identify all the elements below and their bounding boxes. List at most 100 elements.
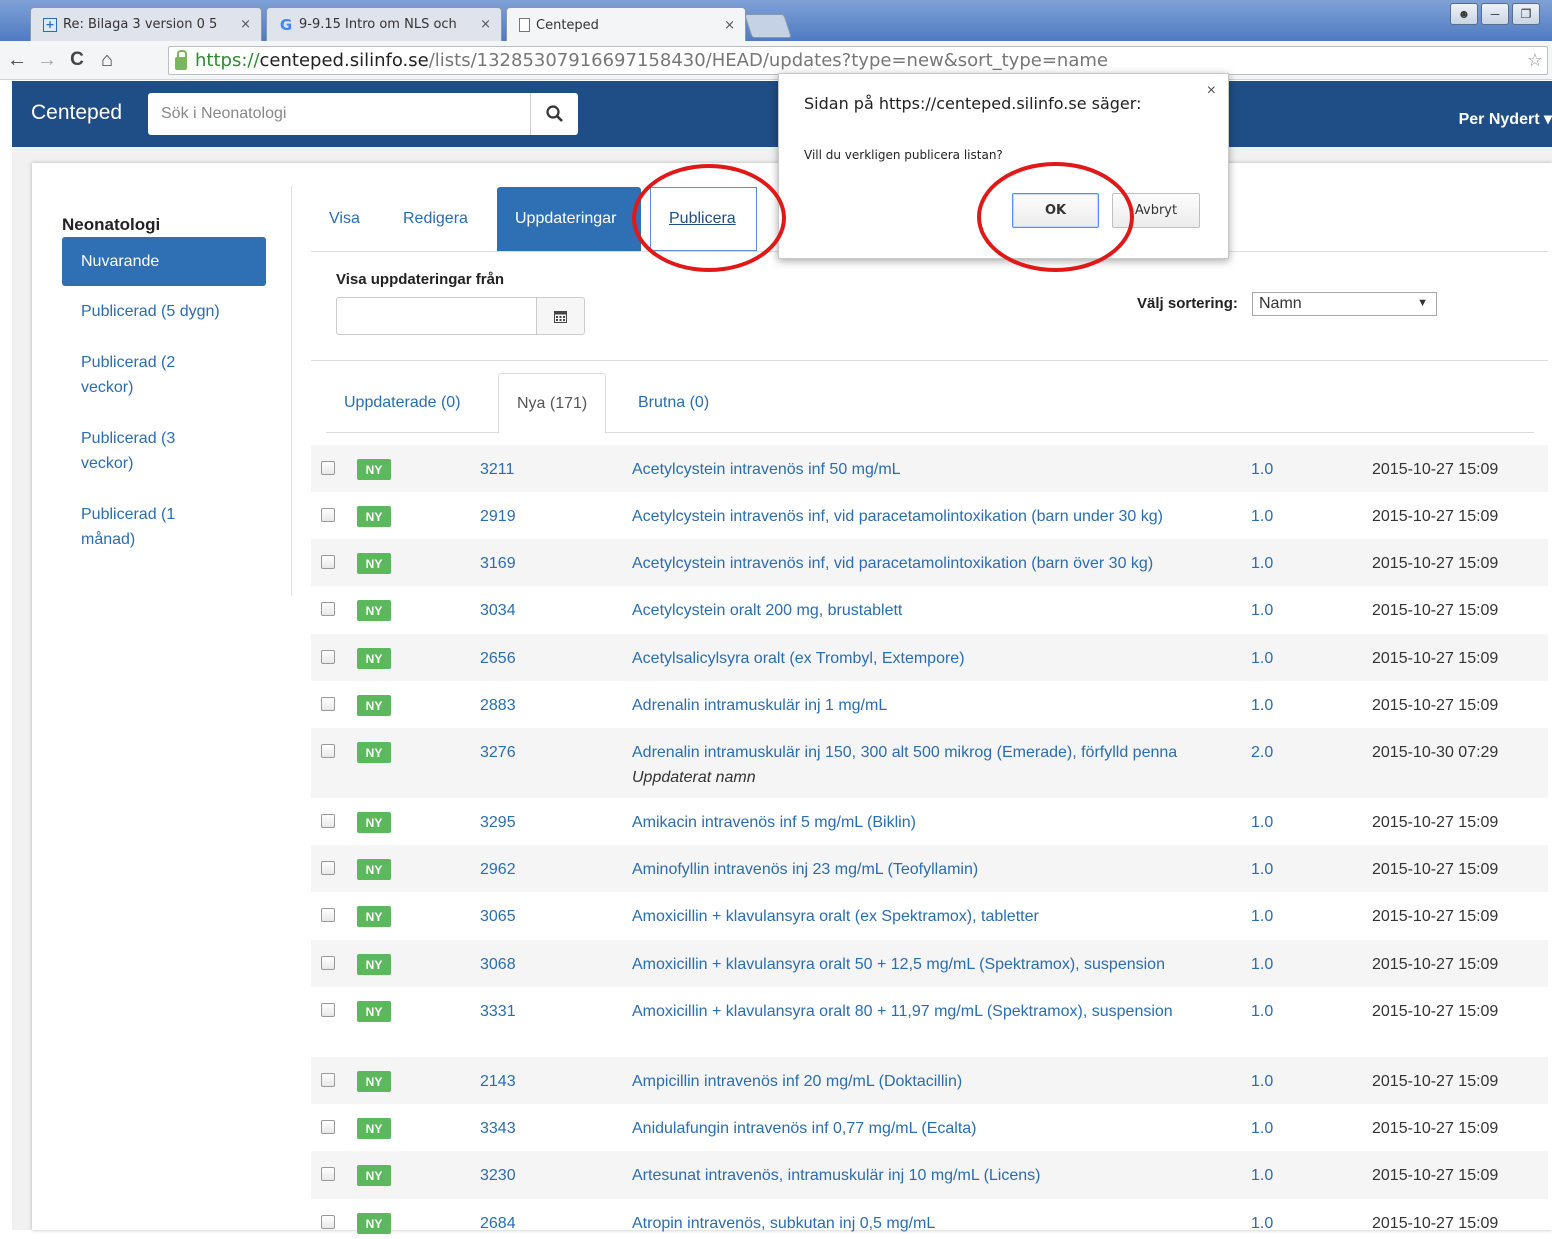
tab-uppdateringar[interactable]: Uppdateringar <box>497 187 641 251</box>
cancel-button[interactable]: Avbryt <box>1112 193 1200 228</box>
new-tab-button[interactable] <box>744 14 792 38</box>
row-id-link[interactable]: 3276 <box>480 740 516 765</box>
row-checkbox[interactable] <box>321 1215 335 1229</box>
row-id-link[interactable]: 3230 <box>480 1163 516 1188</box>
row-id-link[interactable]: 2962 <box>480 857 516 882</box>
sidebar-item-5-dygn[interactable]: Publicerad (5 dygn) <box>62 286 266 337</box>
row-id-link[interactable]: 3065 <box>480 904 516 929</box>
row-id-link[interactable]: 3343 <box>480 1116 516 1141</box>
home-icon[interactable]: ⌂ <box>94 49 120 72</box>
bookmark-star-icon[interactable]: ☆ <box>1527 50 1543 71</box>
search-input[interactable] <box>148 93 530 135</box>
browser-tab-centeped[interactable]: Centeped × <box>506 7 746 42</box>
row-checkbox[interactable] <box>321 744 335 758</box>
back-icon[interactable]: ← <box>4 49 30 72</box>
row-name-link[interactable]: Acetylcystein intravenös inf, vid parace… <box>632 551 1232 576</box>
row-version-link[interactable]: 1.0 <box>1251 646 1273 671</box>
row-version-link[interactable]: 1.0 <box>1251 904 1273 929</box>
row-id-link[interactable]: 2684 <box>480 1211 516 1236</box>
row-id-link[interactable]: 2656 <box>480 646 516 671</box>
row-checkbox[interactable] <box>321 650 335 664</box>
date-input[interactable] <box>336 297 537 335</box>
sidebar-item-nuvarande[interactable]: Nuvarande <box>62 237 266 286</box>
row-version-link[interactable]: 1.0 <box>1251 551 1273 576</box>
row-version-link[interactable]: 1.0 <box>1251 1069 1273 1094</box>
row-id-link[interactable]: 2883 <box>480 693 516 718</box>
brand-logo[interactable]: Centeped <box>31 101 122 125</box>
user-icon[interactable]: ☻ <box>1450 3 1478 25</box>
tab-brutna[interactable]: Brutna (0) <box>620 373 727 433</box>
row-name-link[interactable]: Adrenalin intramuskulär inj 1 mg/mL <box>632 693 1232 718</box>
calendar-button[interactable] <box>537 297 585 335</box>
row-version-link[interactable]: 1.0 <box>1251 1211 1273 1236</box>
row-checkbox[interactable] <box>321 1120 335 1134</box>
minimize-icon[interactable]: ─ <box>1481 3 1509 25</box>
browser-tab-email[interactable]: + Re: Bilaga 3 version 0 5 × <box>30 7 262 41</box>
row-checkbox[interactable] <box>321 814 335 828</box>
browser-tab-google[interactable]: G 9-9.15 Intro om NLS och × <box>266 7 502 41</box>
row-id-link[interactable]: 3295 <box>480 810 516 835</box>
row-version-link[interactable]: 1.0 <box>1251 598 1273 623</box>
row-name-link[interactable]: Adrenalin intramuskulär inj 150, 300 alt… <box>632 740 1232 790</box>
row-id-link[interactable]: 3068 <box>480 952 516 977</box>
row-name-link[interactable]: Aminofyllin intravenös inj 23 mg/mL (Teo… <box>632 857 1232 882</box>
forward-icon[interactable]: → <box>34 49 60 72</box>
row-version-link[interactable]: 1.0 <box>1251 810 1273 835</box>
row-name-link[interactable]: Artesunat intravenös, intramuskulär inj … <box>632 1163 1232 1188</box>
row-name-link[interactable]: Anidulafungin intravenös inf 0,77 mg/mL … <box>632 1116 1232 1141</box>
row-id-link[interactable]: 3034 <box>480 598 516 623</box>
sidebar-item-2-veckor[interactable]: Publicerad (2 veckor) <box>62 337 212 413</box>
row-name-link[interactable]: Amikacin intravenös inf 5 mg/mL (Biklin) <box>632 810 1232 835</box>
row-checkbox[interactable] <box>321 861 335 875</box>
row-name-link[interactable]: Acetylcystein intravenös inf, vid parace… <box>632 504 1232 529</box>
ok-button[interactable]: OK <box>1012 193 1099 228</box>
row-version-link[interactable]: 1.0 <box>1251 504 1273 529</box>
row-checkbox[interactable] <box>321 956 335 970</box>
tab-uppdaterade[interactable]: Uppdaterade (0) <box>326 373 479 433</box>
row-name-link[interactable]: Amoxicillin + klavulansyra oralt (ex Spe… <box>632 904 1232 929</box>
row-checkbox[interactable] <box>321 555 335 569</box>
reload-icon[interactable]: C <box>64 49 90 71</box>
tab-nya[interactable]: Nya (171) <box>498 373 607 434</box>
row-version-link[interactable]: 2.0 <box>1251 740 1273 765</box>
row-name-link[interactable]: Acetylsalicylsyra oralt (ex Trombyl, Ext… <box>632 646 1232 671</box>
user-menu[interactable]: Per Nydert ▾ <box>1459 109 1552 129</box>
row-checkbox[interactable] <box>321 1073 335 1087</box>
row-name-link[interactable]: Ampicillin intravenös inf 20 mg/mL (Dokt… <box>632 1069 1232 1094</box>
row-version-link[interactable]: 1.0 <box>1251 1116 1273 1141</box>
search-button[interactable] <box>530 93 578 135</box>
row-id-link[interactable]: 3331 <box>480 999 516 1024</box>
row-checkbox[interactable] <box>321 508 335 522</box>
row-version-link[interactable]: 1.0 <box>1251 952 1273 977</box>
row-checkbox[interactable] <box>321 1167 335 1181</box>
tab-redigera[interactable]: Redigera <box>385 187 486 251</box>
row-name-link[interactable]: Acetylcystein intravenös inf 50 mg/mL <box>632 457 1232 482</box>
row-checkbox[interactable] <box>321 1003 335 1017</box>
tab-publicera[interactable]: Publicera <box>650 187 757 251</box>
restore-icon[interactable]: ❐ <box>1512 3 1540 25</box>
row-name-link[interactable]: Amoxicillin + klavulansyra oralt 80 + 11… <box>632 999 1232 1024</box>
row-version-link[interactable]: 1.0 <box>1251 1163 1273 1188</box>
row-id-link[interactable]: 3169 <box>480 551 516 576</box>
row-id-link[interactable]: 2143 <box>480 1069 516 1094</box>
row-version-link[interactable]: 1.0 <box>1251 457 1273 482</box>
sidebar-item-1-manad[interactable]: Publicerad (1 månad) <box>62 489 212 565</box>
sidebar-item-3-veckor[interactable]: Publicerad (3 veckor) <box>62 413 212 489</box>
row-id-link[interactable]: 3211 <box>480 457 514 482</box>
row-checkbox[interactable] <box>321 602 335 616</box>
row-name-link[interactable]: Acetylcystein oralt 200 mg, brustablett <box>632 598 1232 623</box>
close-icon[interactable]: × <box>240 17 251 32</box>
close-icon[interactable]: × <box>724 18 735 33</box>
row-version-link[interactable]: 1.0 <box>1251 857 1273 882</box>
row-id-link[interactable]: 2919 <box>480 504 516 529</box>
row-version-link[interactable]: 1.0 <box>1251 999 1273 1024</box>
row-checkbox[interactable] <box>321 908 335 922</box>
close-icon[interactable]: × <box>480 17 491 32</box>
tab-visa[interactable]: Visa <box>311 187 378 251</box>
address-bar[interactable]: https://centeped.silinfo.se/lists/132853… <box>168 46 1548 75</box>
row-name-link[interactable]: Atropin intravenös, subkutan inj 0,5 mg/… <box>632 1211 1232 1236</box>
row-name-link[interactable]: Amoxicillin + klavulansyra oralt 50 + 12… <box>632 952 1232 977</box>
row-checkbox[interactable] <box>321 697 335 711</box>
close-icon[interactable]: × <box>1207 82 1216 100</box>
row-version-link[interactable]: 1.0 <box>1251 693 1273 718</box>
